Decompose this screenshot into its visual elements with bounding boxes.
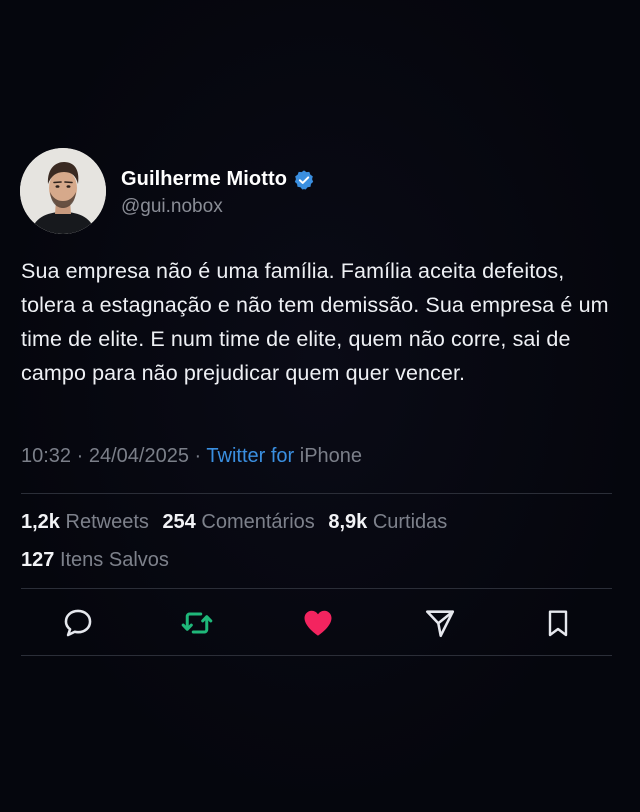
retweet-icon[interactable] [177,603,217,643]
comments-stat[interactable]: 254 Comentários [162,511,314,533]
saved-stat[interactable]: 127 Itens Salvos [21,549,169,571]
meta-separator: · [76,445,84,467]
tweet-date: 24/04/2025 [88,445,189,467]
divider [21,493,612,494]
tweet-source-link[interactable]: Twitter for [206,445,294,467]
tweet-device: iPhone [299,445,363,467]
tweet-screenshot: Guilherme Miotto @gui.nobox Sua empresa … [0,0,640,812]
display-name[interactable]: Guilherme Miotto [121,168,287,191]
tweet-text: Sua empresa não é uma família. Família a… [21,259,609,385]
divider [21,588,612,589]
action-bar [0,603,640,643]
retweets-label: Retweets [65,511,149,533]
comments-label: Comentários [201,511,315,533]
saved-row: 127 Itens Salvos [21,549,169,572]
tweet-header: Guilherme Miotto @gui.nobox [20,148,315,234]
profile-photo [20,148,106,234]
stats-row: 1,2k Retweets 254 Comentários 8,9k Curti… [21,511,447,534]
name-row: Guilherme Miotto [121,165,315,195]
user-handle[interactable]: @gui.nobox [121,196,315,218]
bookmark-icon[interactable] [538,603,578,643]
retweets-stat[interactable]: 1,2k Retweets [21,511,149,533]
meta-separator-2: · [194,445,202,467]
tweet-time: 10:32 [21,445,72,467]
likes-count: 8,9k [328,511,368,533]
saved-label: Itens Salvos [59,549,169,571]
comment-icon[interactable] [58,603,98,643]
tweet-meta: 10:32 · 24/04/2025 · Twitter for iPhone [21,445,362,468]
heart-icon[interactable] [298,603,338,643]
avatar[interactable] [20,148,106,234]
divider [21,655,612,656]
comments-count: 254 [162,511,196,533]
likes-stat[interactable]: 8,9k Curtidas [328,511,447,533]
likes-label: Curtidas [372,511,448,533]
retweets-count: 1,2k [21,511,60,533]
share-icon[interactable] [420,603,460,643]
verified-badge-icon [293,169,315,191]
user-names: Guilherme Miotto @gui.nobox [121,165,315,218]
saved-count: 127 [21,549,55,571]
